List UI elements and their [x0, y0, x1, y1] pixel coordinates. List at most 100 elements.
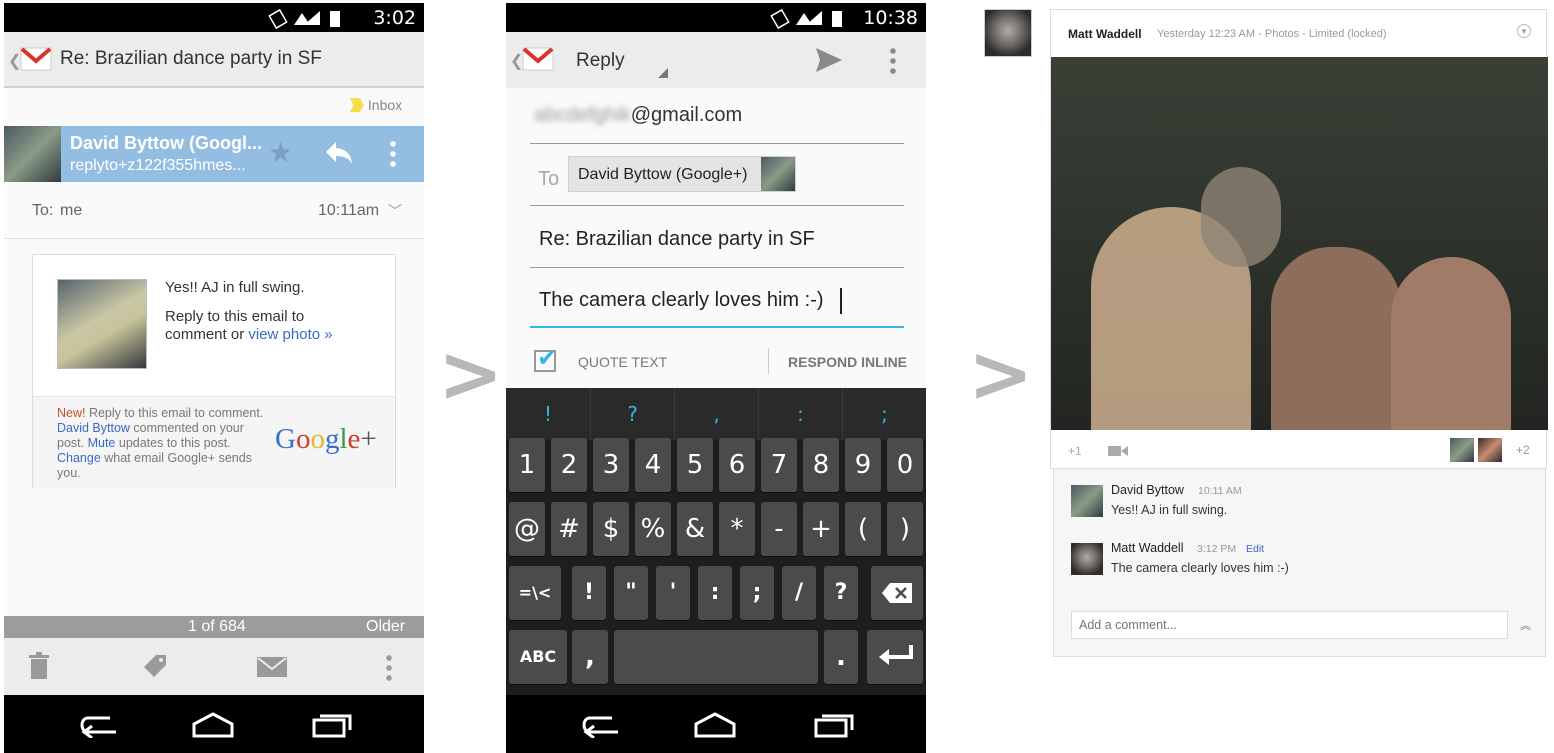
key[interactable]: @	[509, 502, 545, 556]
key[interactable]: ?	[824, 566, 858, 620]
change-link[interactable]: Change	[57, 451, 101, 465]
key[interactable]: (	[845, 502, 881, 556]
edit-comment-link[interactable]: Edit	[1246, 543, 1264, 555]
sender-header[interactable]: David Byttow (Googl... replyto+z122f355h…	[4, 126, 424, 182]
to-label: To	[538, 168, 560, 190]
key[interactable]: $	[593, 502, 629, 556]
post-album[interactable]: Photos	[1265, 28, 1299, 40]
key[interactable]: 5	[677, 438, 713, 492]
key[interactable]: 7	[761, 438, 797, 492]
photo-thumbnail[interactable]	[57, 279, 147, 369]
key[interactable]: :	[698, 566, 732, 620]
key[interactable]: 9	[845, 438, 881, 492]
key[interactable]: #	[551, 502, 587, 556]
post-photo[interactable]	[1051, 57, 1548, 430]
space-key[interactable]	[614, 630, 818, 684]
author-link[interactable]: David Byttow	[57, 421, 130, 435]
abc-key[interactable]: ABC	[509, 630, 567, 684]
key[interactable]: )	[887, 502, 923, 556]
key[interactable]: /	[782, 566, 816, 620]
compose-body-field[interactable]: The camera clearly loves him :-)	[530, 276, 904, 328]
post-time[interactable]: Yesterday 12:23 AM	[1157, 28, 1255, 40]
suggestion[interactable]: :	[758, 388, 842, 440]
key[interactable]: *	[719, 502, 755, 556]
commenter-avatar[interactable]	[1071, 485, 1103, 517]
action-bar: ❮ Reply	[506, 32, 926, 88]
back-icon[interactable]	[76, 710, 120, 738]
video-icon[interactable]	[1108, 445, 1128, 457]
key[interactable]: 0	[887, 438, 923, 492]
label-icon[interactable]	[140, 651, 170, 681]
home-icon[interactable]	[190, 710, 236, 738]
gmail-icon[interactable]	[20, 46, 52, 72]
check-icon: ✔	[537, 345, 558, 372]
key[interactable]: -	[761, 502, 797, 556]
subject-field[interactable]: Re: Brazilian dance party in SF	[530, 214, 904, 268]
suggestion[interactable]: !	[506, 388, 590, 440]
suggestion[interactable]: ?	[590, 388, 674, 440]
dropdown-corner-icon[interactable]	[658, 68, 668, 78]
star-icon[interactable]: ★	[268, 136, 293, 169]
post-author[interactable]: Matt Waddell	[1068, 27, 1142, 41]
key[interactable]: 4	[635, 438, 671, 492]
comment-author[interactable]: Matt Waddell	[1111, 541, 1183, 555]
overflow-menu-icon[interactable]	[890, 46, 896, 74]
suggestion[interactable]: ;	[842, 388, 926, 440]
key[interactable]: 1	[509, 438, 545, 492]
arrow-separator-1: >	[438, 330, 504, 420]
quote-text-checkbox[interactable]: ✔	[534, 345, 557, 372]
key[interactable]: &	[677, 502, 713, 556]
post-visibility[interactable]: Limited (locked)	[1309, 28, 1387, 40]
comment-author[interactable]: David Byttow	[1111, 483, 1184, 497]
collapse-icon[interactable]: ︽	[1520, 617, 1531, 633]
to-field[interactable]: To David Byttow (Google+)	[530, 152, 904, 206]
trash-icon[interactable]	[28, 652, 50, 680]
key[interactable]: 3	[593, 438, 629, 492]
older-button[interactable]: Older	[366, 618, 405, 636]
comma-key[interactable]: ,	[572, 630, 608, 684]
mark-unread-icon[interactable]	[256, 656, 288, 678]
view-photo-link[interactable]: view photo »	[248, 326, 332, 343]
enter-key[interactable]	[867, 630, 923, 684]
key[interactable]: "	[614, 566, 648, 620]
sent-time[interactable]: 10:11am	[318, 202, 379, 220]
chevron-down-icon[interactable]: ﹀	[388, 201, 402, 221]
sharer-avatar[interactable]	[1450, 438, 1474, 462]
more-symbols-key[interactable]: =\<	[509, 566, 561, 620]
period-key[interactable]: .	[824, 630, 858, 684]
send-icon[interactable]	[814, 46, 844, 74]
respond-inline-button[interactable]: RESPOND INLINE	[788, 354, 907, 370]
sender-email: replyto+z122f355hmes...	[70, 157, 246, 174]
sharer-avatar[interactable]	[1478, 438, 1502, 462]
suggestion[interactable]: ,	[674, 388, 758, 440]
compose-body-text: The camera clearly loves him :-)	[539, 289, 824, 311]
recents-icon[interactable]	[310, 710, 354, 738]
key[interactable]: 8	[803, 438, 839, 492]
author-avatar[interactable]	[984, 9, 1032, 57]
overflow-menu-icon[interactable]	[390, 139, 396, 167]
key[interactable]: 2	[551, 438, 587, 492]
compose-mode-title[interactable]: Reply	[576, 50, 625, 72]
key[interactable]: '	[656, 566, 690, 620]
key[interactable]: %	[635, 502, 671, 556]
label-inbox[interactable]: Inbox	[350, 97, 402, 113]
overflow-icon[interactable]	[386, 653, 392, 681]
from-field[interactable]: abcdefghik@gmail.com	[530, 104, 904, 144]
gmail-icon[interactable]	[522, 46, 554, 72]
key[interactable]: !	[572, 566, 606, 620]
backspace-key[interactable]	[871, 566, 923, 620]
key[interactable]: ;	[740, 566, 774, 620]
key[interactable]: 6	[719, 438, 755, 492]
back-icon[interactable]	[578, 710, 622, 738]
more-sharers[interactable]: +2	[1516, 443, 1530, 457]
post-menu-icon[interactable]: ▼	[1517, 24, 1531, 38]
commenter-avatar[interactable]	[1071, 543, 1103, 575]
recipient-chip[interactable]: David Byttow (Google+)	[568, 156, 796, 192]
home-icon[interactable]	[692, 710, 738, 738]
mute-link[interactable]: Mute	[88, 436, 116, 450]
plus-one-button[interactable]: +1	[1068, 444, 1082, 458]
key[interactable]: +	[803, 502, 839, 556]
recents-icon[interactable]	[812, 710, 856, 738]
reply-icon[interactable]	[324, 140, 354, 166]
add-comment-input[interactable]	[1071, 611, 1508, 639]
